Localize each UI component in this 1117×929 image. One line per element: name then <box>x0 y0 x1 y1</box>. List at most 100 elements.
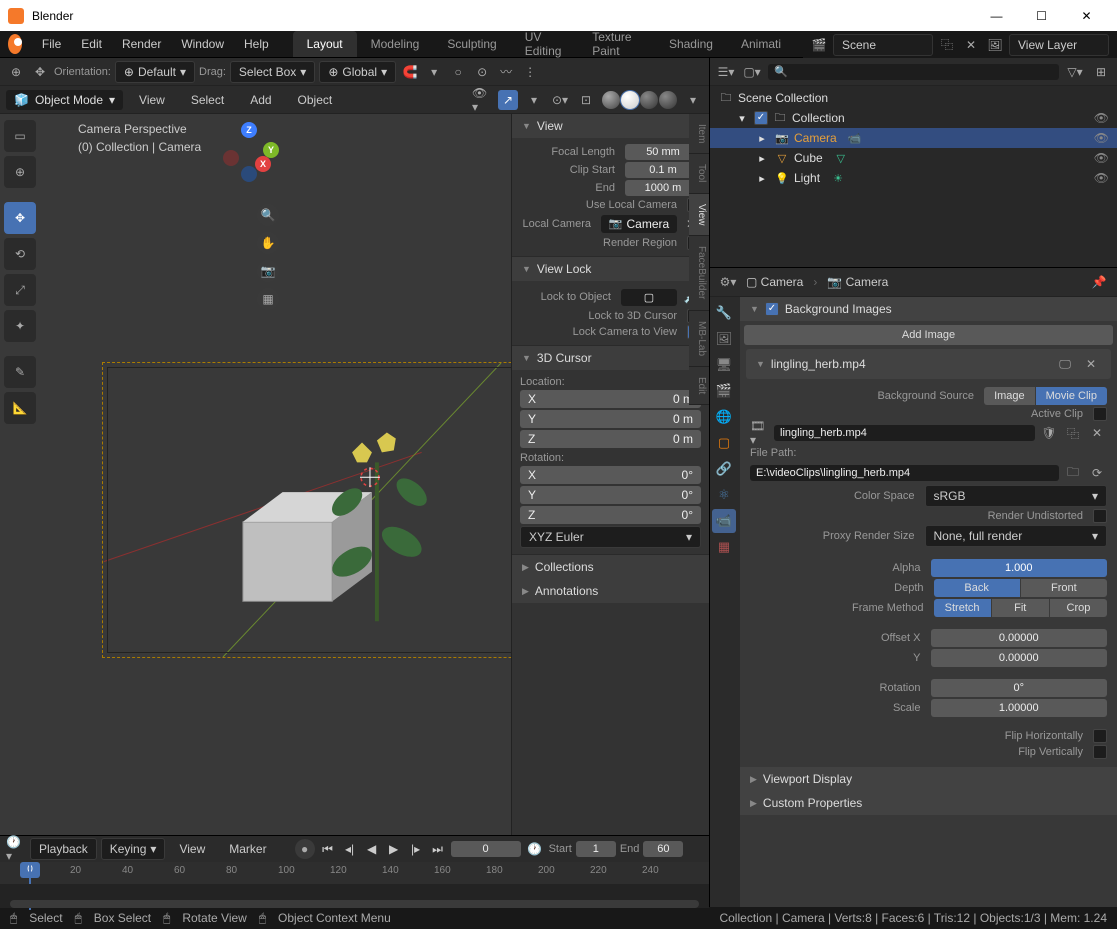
menu-help[interactable]: Help <box>234 33 279 55</box>
matpreview-shading-icon[interactable] <box>640 91 658 109</box>
play-icon[interactable]: ▶ <box>385 840 403 858</box>
fm-crop-button[interactable]: Crop <box>1050 599 1107 617</box>
camera-nav-icon[interactable]: 📷 <box>257 260 279 282</box>
cursor-rot-z[interactable]: Z0° <box>520 506 701 524</box>
prop-tab-object[interactable]: ▢ <box>712 431 736 455</box>
eye-icon[interactable]: 👁 <box>1094 131 1109 145</box>
scale-tool[interactable]: ⤢ <box>4 274 36 306</box>
menu-window[interactable]: Window <box>171 33 234 55</box>
end-frame-input[interactable] <box>643 841 683 857</box>
menu-file[interactable]: File <box>32 33 71 55</box>
collection-enable-checkbox[interactable] <box>754 111 768 125</box>
annotate-tool[interactable]: ✎ <box>4 356 36 388</box>
bg-clip-header[interactable]: ▼lingling_herb.mp4🖵✕ <box>746 349 1111 379</box>
menu-render[interactable]: Render <box>112 33 171 55</box>
timeline-view-menu[interactable]: View <box>169 838 215 860</box>
wavy-icon[interactable]: 〰 <box>496 62 516 82</box>
workspace-tab-layout[interactable]: Layout <box>293 31 357 57</box>
gizmo-settings-icon[interactable]: ▾ <box>524 90 544 110</box>
prop-tab-camera[interactable]: 📹 <box>712 509 736 533</box>
offset-y-input[interactable]: 0.00000 <box>931 649 1108 667</box>
prop-tab-render[interactable]: 🔧 <box>712 301 736 325</box>
clip-browse-icon[interactable]: 🎞▾ <box>750 423 770 443</box>
keying-menu[interactable]: Keying ▾ <box>101 838 166 860</box>
tree-item-cube[interactable]: ▸▽Cube▽👁 <box>710 148 1117 168</box>
tree-item-light[interactable]: ▸💡Light☀👁 <box>710 168 1117 188</box>
cursor-panel-header[interactable]: ▼3D Cursor⠿ <box>512 346 709 370</box>
cursor-loc-z[interactable]: Z0 m <box>520 430 701 448</box>
pan-nav-icon[interactable]: ✋ <box>257 232 279 254</box>
file-path-input[interactable] <box>750 465 1059 481</box>
bg-visibility-icon[interactable]: 🖵 <box>1055 354 1075 374</box>
annotations-header[interactable]: ▶Annotations <box>512 579 709 603</box>
view-panel-header[interactable]: ▼View⠿ <box>512 114 709 138</box>
fm-stretch-button[interactable]: Stretch <box>934 599 992 617</box>
workspace-tab-shading[interactable]: Shading <box>655 31 727 57</box>
n-tab-view[interactable]: View <box>689 194 709 237</box>
close-button[interactable]: ✕ <box>1064 0 1109 31</box>
blender-logo-icon[interactable] <box>8 34 22 54</box>
pin-icon[interactable]: 📌 <box>1089 272 1109 292</box>
cursor-tool[interactable]: ⊕ <box>4 156 36 188</box>
tree-collection[interactable]: ▾🗀Collection👁 <box>710 108 1117 128</box>
unlink-icon[interactable]: ✕ <box>1087 423 1107 443</box>
cursor-loc-x[interactable]: X0 m <box>520 390 701 408</box>
euler-mode-dropdown[interactable]: XYZ Euler ▾ <box>520 526 701 548</box>
fm-fit-button[interactable]: Fit <box>992 599 1050 617</box>
bg-images-header[interactable]: ▼Background Images <box>740 297 1117 321</box>
color-space-dropdown[interactable]: sRGB ▾ <box>925 485 1108 507</box>
clip-name-input[interactable] <box>774 425 1035 441</box>
options-icon[interactable]: ⋮ <box>520 62 540 82</box>
snap-settings-icon[interactable]: ▾ <box>424 62 444 82</box>
jump-last-icon[interactable]: ⏭ <box>429 840 447 858</box>
timeline-editor-icon[interactable]: 🕐▾ <box>6 839 26 859</box>
zoom-nav-icon[interactable]: 🔍 <box>257 204 279 226</box>
reload-icon[interactable]: ⟳ <box>1087 463 1107 483</box>
jump-prev-key-icon[interactable]: ◂| <box>341 840 359 858</box>
prop-tab-world[interactable]: 🌐 <box>712 405 736 429</box>
shading-settings-icon[interactable]: ▾ <box>683 90 703 110</box>
source-movie-button[interactable]: Movie Clip <box>1036 387 1107 405</box>
n-tab-edit[interactable]: Edit <box>689 367 709 405</box>
overlay-toggle-icon[interactable]: ⊙▾ <box>550 90 570 110</box>
cursor-rot-x[interactable]: X0° <box>520 466 701 484</box>
viewport-canvas[interactable]: Camera Perspective (0) Collection | Came… <box>40 114 511 835</box>
minimize-button[interactable]: — <box>974 0 1019 31</box>
copy-scene-icon[interactable]: ⿻ <box>937 35 957 55</box>
prop-tab-texture[interactable]: ▦ <box>712 535 736 559</box>
current-frame-input[interactable] <box>451 841 521 857</box>
offset-x-input[interactable]: 0.00000 <box>931 629 1108 647</box>
transform-tool[interactable]: ✦ <box>4 310 36 342</box>
duplicate-icon[interactable]: ⿻ <box>1063 423 1083 443</box>
prop-tab-physics[interactable]: ⚛ <box>712 483 736 507</box>
outliner-editor-icon[interactable]: ☰▾ <box>716 62 736 82</box>
viewport-3d[interactable]: ▭ ⊕ ✥ ⟲ ⤢ ✦ ✎ 📐 Camera Perspective (0) C… <box>0 114 709 835</box>
xray-icon[interactable]: ⊡ <box>576 90 596 110</box>
wireframe-shading-icon[interactable] <box>602 91 620 109</box>
orientation-dropdown[interactable]: ⊕ Default ▾ <box>115 61 195 83</box>
ortho-nav-icon[interactable]: ▦ <box>257 288 279 310</box>
menu-edit[interactable]: Edit <box>71 33 112 55</box>
axis-neg-icon[interactable] <box>223 150 239 166</box>
drag-dropdown[interactable]: Select Box ▾ <box>230 61 315 83</box>
move-gizmo-icon[interactable]: ✥ <box>30 62 50 82</box>
properties-editor-icon[interactable]: ⚙▾ <box>718 272 738 292</box>
visibility-icon[interactable]: 👁▾ <box>472 90 492 110</box>
workspace-tab-modeling[interactable]: Modeling <box>357 31 434 57</box>
active-clip-checkbox[interactable] <box>1093 407 1107 421</box>
viewlayer-name-input[interactable]: View Layer <box>1009 34 1109 56</box>
prop-tab-viewlayer[interactable]: 🖥 <box>712 353 736 377</box>
select-box-tool[interactable]: ▭ <box>4 120 36 152</box>
transform-orientation-dropdown[interactable]: ⊕ Global ▾ <box>319 61 396 83</box>
n-tab-facebuilder[interactable]: FaceBuilder <box>689 236 709 310</box>
flip-v-checkbox[interactable] <box>1093 745 1107 759</box>
custom-props-header[interactable]: ▶Custom Properties <box>740 791 1117 815</box>
eye-icon[interactable]: 👁 <box>1094 171 1109 185</box>
remove-bg-icon[interactable]: ✕ <box>1081 354 1101 374</box>
gizmo-toggle-icon[interactable]: ↗ <box>498 90 518 110</box>
view-lock-header[interactable]: ▼View Lock <box>512 257 709 281</box>
viewlayer-icon[interactable]: 🖼 <box>985 35 1005 55</box>
solid-shading-icon[interactable] <box>621 91 639 109</box>
play-reverse-icon[interactable]: ◀ <box>363 840 381 858</box>
timeline-marker-menu[interactable]: Marker <box>219 838 276 860</box>
